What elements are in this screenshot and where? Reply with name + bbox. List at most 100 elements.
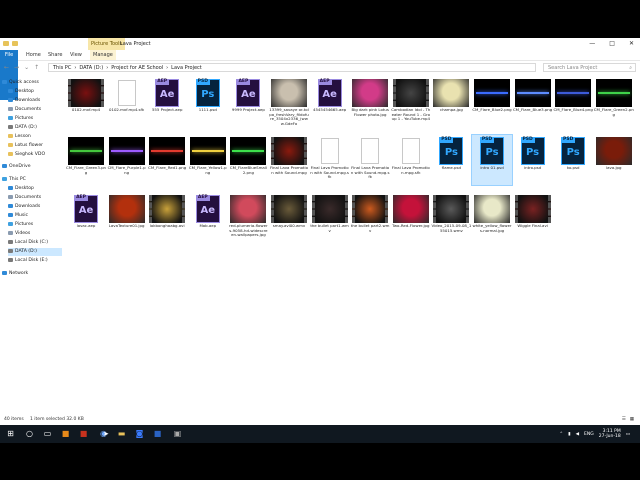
folder-icon[interactable] (3, 41, 9, 46)
app-dark-icon[interactable]: ▣ (172, 428, 183, 439)
file-item[interactable]: AEP Ae 9999 Project.aep (228, 77, 268, 127)
input-language[interactable]: ENG (584, 432, 594, 437)
notifications-icon[interactable]: ▭ (626, 432, 630, 437)
nav-item-desktop[interactable]: Desktop (8, 185, 62, 193)
file-item[interactable]: Two-Red-Flower.jpg (391, 193, 431, 243)
nav-item-downloads[interactable]: Downloads (8, 203, 62, 211)
nav-item-pictures[interactable]: Pictures (8, 115, 62, 123)
folder-icon[interactable] (12, 41, 18, 46)
tab-manage[interactable]: Manage (90, 50, 116, 60)
file-name: flame.psd (441, 166, 461, 170)
file-item[interactable]: lokbonghaabg.avi (147, 193, 187, 243)
file-item[interactable]: CM_Flare_Blue3.png (513, 77, 553, 127)
nav-item-documents[interactable]: Documents (8, 194, 62, 202)
app-orange-icon[interactable]: ■ (60, 428, 71, 439)
file-item[interactable]: the bullet part2.wmv (350, 193, 390, 243)
file-item[interactable]: CM_Flare_Green3.png (66, 135, 106, 185)
chevron-down-icon[interactable]: ⌄ (24, 63, 29, 72)
tab-share[interactable]: Share (48, 50, 62, 60)
nav-item-data-d[interactable]: DATA (D:) (8, 248, 62, 256)
search-icon[interactable]: ○ (24, 428, 35, 439)
app-red-icon[interactable]: ■ (78, 428, 89, 439)
clock[interactable]: 3:11 PM 27-Jun-18 (599, 429, 621, 439)
file-item[interactable]: Cambodian Idol - Theater Round 1 - Group… (391, 77, 431, 127)
file-item[interactable]: AEP Ae 4545454665.aep (310, 77, 350, 127)
nav-item-documents[interactable]: Documents (8, 106, 62, 114)
windows-start-icon[interactable]: ⊞ (5, 428, 16, 439)
app-active-icon[interactable]: ◙ (134, 428, 145, 439)
file-item[interactable]: CM_Flare_Red1.png (147, 135, 187, 185)
file-item[interactable]: red-plumeria-flowers-9058-hd-widescreen-… (228, 193, 268, 243)
nav-item-network[interactable]: Network (2, 270, 62, 278)
file-item[interactable]: white_yellow_flowers-normal.jpg (472, 193, 512, 243)
file-item[interactable]: Wiggle Final.avi (513, 193, 553, 243)
nav-item-local-disk-e[interactable]: Local Disk (E:) (8, 257, 62, 265)
file-item[interactable]: Big dark pink Lotus Flower photo.jpg (350, 77, 390, 127)
breadcrumb-this-pc[interactable]: This PC (53, 64, 71, 71)
file-item[interactable]: PSD Ps flame.psd (431, 135, 471, 185)
minimize-button[interactable]: — (589, 38, 595, 50)
close-button[interactable]: ✕ (629, 38, 634, 50)
app-blue-icon[interactable]: ■ (152, 428, 163, 439)
file-item[interactable]: 0102.mxf.mp4.sfk (107, 77, 147, 127)
file-item[interactable]: Video_2015-09-08_155015.wmv (431, 193, 471, 243)
nav-item-lotus-flower[interactable]: Lotus flower (8, 142, 62, 150)
nav-item-quick-access[interactable]: Quick access (2, 79, 62, 87)
file-explorer-icon[interactable]: ▬ (116, 428, 127, 439)
file-item[interactable]: lava.jpg (594, 135, 634, 185)
nav-item-onedrive[interactable]: OneDrive (2, 163, 62, 171)
task-view-icon[interactable]: ▭ (42, 428, 53, 439)
maximize-button[interactable]: □ (609, 38, 615, 50)
nav-item-local-disk-c[interactable]: Local Disk (C:) (8, 239, 62, 247)
file-item[interactable]: CM_Flare_Yellow1.png (188, 135, 228, 185)
network-icon[interactable]: ▮ (568, 432, 570, 437)
file-item[interactable]: PSD Ps intro.psd (513, 135, 553, 185)
file-item[interactable]: Final Lava Promotion with Sound.mpg (269, 135, 309, 185)
nav-item-downloads[interactable]: Downloads (8, 97, 62, 105)
file-item[interactable]: CM_Flare_Blue4.png (553, 77, 593, 127)
file-item[interactable]: 13399_savaye or-tolpa_freshVary_fildofur… (269, 77, 309, 127)
volume-icon[interactable]: ◀ (576, 432, 579, 437)
file-item[interactable]: AEP Ae Mab.aep (188, 193, 228, 243)
file-item[interactable]: AEP Ae lavac.aep (66, 193, 106, 243)
file-item[interactable]: 0102.mxf.mp4 (66, 77, 106, 127)
breadcrumb-project-folder[interactable]: Project for AE School (111, 64, 163, 71)
up-arrow-icon[interactable]: ↑ (34, 63, 39, 72)
forward-arrow-icon[interactable]: → (14, 63, 19, 72)
address-bar[interactable]: This PC › DATA (D:) › Project for AE Sch… (48, 63, 536, 72)
quick-access-toolbar[interactable] (3, 41, 18, 46)
file-item[interactable]: Final Lava Promotion with Sound.mpg.sfk (350, 135, 390, 185)
file-item[interactable]: Final Lava Promotion.mpg.sfk (391, 135, 431, 185)
file-item[interactable]: LavaTexture01.jpg (107, 193, 147, 243)
file-item[interactable]: champa.jpg (431, 77, 471, 127)
breadcrumb-lava-project[interactable]: Lava Project (171, 64, 202, 71)
search-input[interactable]: Search Lava Project ⌕ (543, 63, 636, 72)
nav-item-sieghok-vdo[interactable]: Sieghok VDO (8, 151, 62, 159)
details-view-icon[interactable]: ☰ (622, 415, 626, 425)
tab-view[interactable]: View (70, 50, 82, 60)
nav-item-desktop[interactable]: Desktop (8, 88, 62, 96)
file-item[interactable]: smay.avi00.wmv (269, 193, 309, 243)
file-item[interactable]: PSD Ps intro 01.psd (471, 134, 513, 186)
nav-item-data-d[interactable]: DATA (D:) (8, 124, 62, 132)
file-item[interactable]: CM_Flare_Purple1.png (107, 135, 147, 185)
tab-home[interactable]: Home (26, 50, 41, 60)
file-item[interactable]: Final Lava Promotion with Sound.mpg.sfk (310, 135, 350, 185)
file-item[interactable]: CM_FlareBlueSmall2.png (228, 135, 268, 185)
file-item[interactable]: PSD Ps ko.psd (553, 135, 593, 185)
nav-item-pictures[interactable]: Pictures (8, 221, 62, 229)
file-item[interactable]: PSD Ps 1111.psd (188, 77, 228, 127)
chevron-up-icon[interactable]: ⌃ (559, 432, 563, 437)
file-item[interactable]: AEP Ae 555 Project.aep (147, 77, 187, 127)
breadcrumb-data-drive[interactable]: DATA (D:) (79, 64, 103, 71)
back-arrow-icon[interactable]: ← (4, 63, 9, 72)
large-icons-view-icon[interactable]: ▦ (630, 415, 634, 425)
nav-item-lesson[interactable]: Lesson (8, 133, 62, 141)
file-item[interactable]: CM_Flare_Blue2.png (472, 77, 512, 127)
nav-item-this-pc[interactable]: This PC (2, 176, 62, 184)
nav-item-music[interactable]: Music (8, 212, 62, 220)
nav-item-videos[interactable]: Videos (8, 230, 62, 238)
after-effects-file-icon: AEP Ae (230, 79, 266, 107)
file-item[interactable]: CM_Flare_Green2.png (594, 77, 634, 127)
file-item[interactable]: the bullet part1.wmv (310, 193, 350, 243)
